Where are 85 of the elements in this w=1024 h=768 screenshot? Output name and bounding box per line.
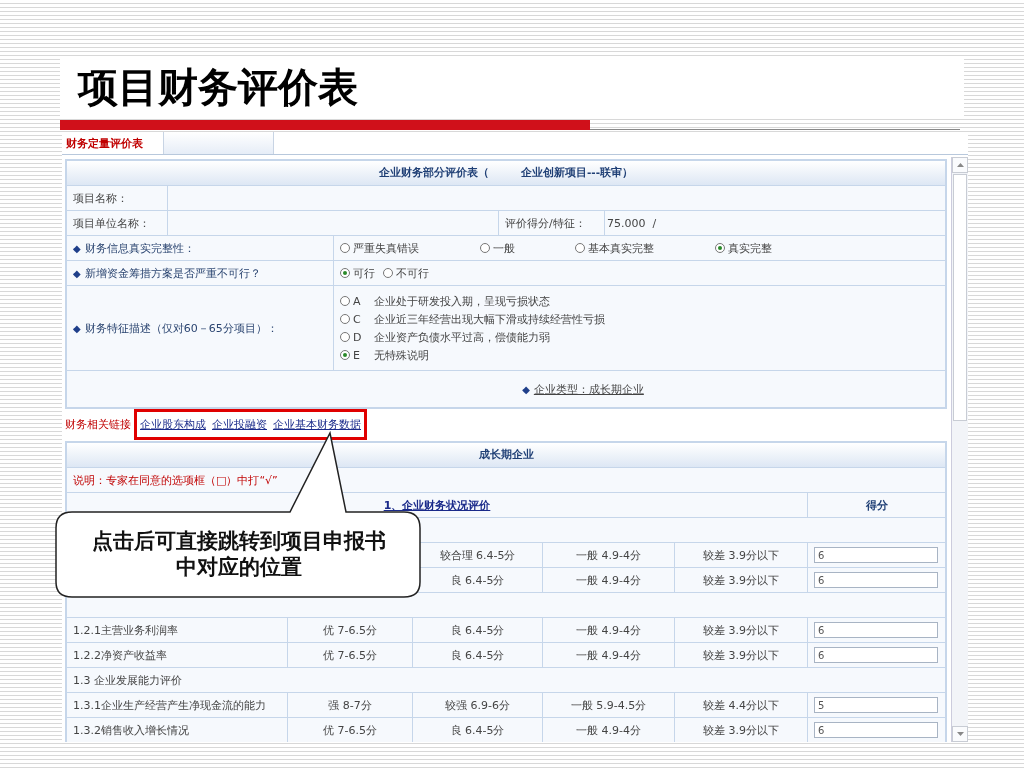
- option-label: 不可行: [396, 265, 429, 281]
- grade-cell: 较差 3.9分以下: [703, 547, 779, 563]
- option-label: 基本真实完整: [588, 240, 654, 256]
- grade-cell: 良 6.4-5分: [450, 572, 505, 588]
- links-label: 财务相关链接: [65, 416, 131, 432]
- radio-button[interactable]: [715, 243, 725, 253]
- link[interactable]: 企业股东构成: [140, 416, 206, 432]
- option-letter: A: [353, 294, 362, 308]
- radio-button[interactable]: [480, 243, 490, 253]
- score-field[interactable]: 6: [814, 572, 938, 588]
- option-label: 可行: [353, 265, 375, 281]
- criterion-cell: 1.2.2净资产收益率: [73, 647, 167, 663]
- radio-button[interactable]: [340, 243, 350, 253]
- score-field[interactable]: 6: [814, 722, 938, 738]
- option-label: 无特殊说明: [374, 347, 429, 363]
- diamond-icon: ◆: [522, 383, 530, 395]
- instruction-note: 说明：专家在同意的选项框（□）中打“√”: [73, 472, 278, 488]
- grade-cell: 良 6.4-5分: [450, 622, 505, 638]
- question-label: 财务特征描述（仅对60－65分项目）：: [84, 320, 278, 336]
- question-label: 新增资金筹措方案是否严重不可行？: [84, 265, 261, 281]
- callout-text: 点击后可直接跳转到项目申报书中对应的位置: [91, 528, 387, 581]
- grade-cell: 良 6.4-5分: [450, 722, 505, 738]
- option-letter: E: [353, 348, 361, 362]
- option-label: 企业处于研发投入期，呈现亏损状态: [374, 293, 550, 309]
- option-label: 严重失真错误: [353, 240, 419, 256]
- grade-cell: 较强 6.9-6分: [445, 697, 510, 713]
- field-label: 项目单位名称：: [73, 215, 150, 231]
- diamond-icon: ◆: [73, 242, 81, 254]
- grade-cell: 一般 5.9-4.5分: [570, 697, 647, 713]
- radio-button[interactable]: [340, 332, 350, 342]
- score-field[interactable]: 6: [814, 647, 938, 663]
- criterion-cell: 1.3.2销售收入增长情况: [73, 722, 189, 738]
- form-heading: 企业财务部分评价表（: [378, 166, 489, 180]
- scrollbar[interactable]: [951, 157, 968, 742]
- radio-button[interactable]: [340, 350, 350, 360]
- down-arrow-icon[interactable]: [956, 732, 964, 736]
- grade-cell: 较差 3.9分以下: [703, 722, 779, 738]
- criterion-cell: 1.2.1主营业务利润率: [73, 622, 178, 638]
- grade-cell: 一般 4.9-4分: [576, 622, 641, 638]
- company-type: 企业类型：成长期企业: [533, 381, 644, 397]
- link[interactable]: 企业投融资: [212, 416, 267, 432]
- option-label: 真实完整: [728, 240, 772, 256]
- grade-cell: 较差 3.9分以下: [703, 572, 779, 588]
- grade-cell: 较差 4.4分以下: [703, 697, 779, 713]
- column-header: 得分: [865, 497, 888, 513]
- radio-button[interactable]: [340, 268, 350, 278]
- table-title: 成长期企业: [478, 448, 534, 462]
- grade-cell: 优 7-6.5分: [323, 622, 377, 638]
- score-field[interactable]: 6: [814, 547, 938, 563]
- grade-cell: 一般 4.9-4分: [576, 722, 641, 738]
- radio-button[interactable]: [575, 243, 585, 253]
- radio-button[interactable]: [340, 296, 350, 306]
- score-value: 75.000 /: [607, 216, 657, 230]
- grade-cell: 良 6.4-5分: [450, 647, 505, 663]
- criterion-cell: 1.3.1企业生产经营产生净现金流的能力: [73, 697, 266, 713]
- diamond-icon: ◆: [73, 322, 81, 334]
- score-field[interactable]: 6: [814, 622, 938, 638]
- section-title[interactable]: 1、企业财务状况评价: [383, 497, 491, 513]
- radio-button[interactable]: [383, 268, 393, 278]
- grade-cell: 较差 3.9分以下: [703, 622, 779, 638]
- grade-cell: 一般 4.9-4分: [576, 547, 641, 563]
- option-letter: D: [353, 330, 363, 344]
- field-label: 项目名称：: [73, 190, 128, 206]
- option-label: 企业资产负债水平过高，偿债能力弱: [374, 329, 550, 345]
- option-label: 一般: [493, 240, 515, 256]
- grade-cell: 一般 4.9-4分: [576, 647, 641, 663]
- up-arrow-icon[interactable]: [956, 163, 964, 167]
- grade-cell: 优 7-6.5分: [323, 722, 377, 738]
- tab[interactable]: 财务定量评价表: [62, 132, 164, 154]
- diamond-icon: ◆: [73, 267, 81, 279]
- option-label: 企业近三年经营出现大幅下滑或持续经营性亏损: [374, 311, 605, 327]
- link[interactable]: 企业基本财务数据: [273, 416, 361, 432]
- grade-cell: 优 7-6.5分: [323, 647, 377, 663]
- grade-cell: 强 8-7分: [328, 697, 372, 713]
- question-label: 财务信息真实完整性：: [84, 240, 195, 256]
- slide-title: 项目财务评价表: [78, 67, 358, 107]
- option-letter: C: [353, 312, 362, 326]
- grade-cell: 较差 3.9分以下: [703, 647, 779, 663]
- form-heading: 企业创新项目---联审）: [520, 166, 634, 180]
- score-field[interactable]: 5: [814, 697, 938, 713]
- field-label: 评价得分/特征：: [505, 215, 586, 231]
- grade-cell: 较合理 6.4-5分: [439, 547, 516, 563]
- radio-button[interactable]: [340, 314, 350, 324]
- grade-cell: 一般 4.9-4分: [576, 572, 641, 588]
- section-label: 1.3 企业发展能力评价: [73, 672, 182, 688]
